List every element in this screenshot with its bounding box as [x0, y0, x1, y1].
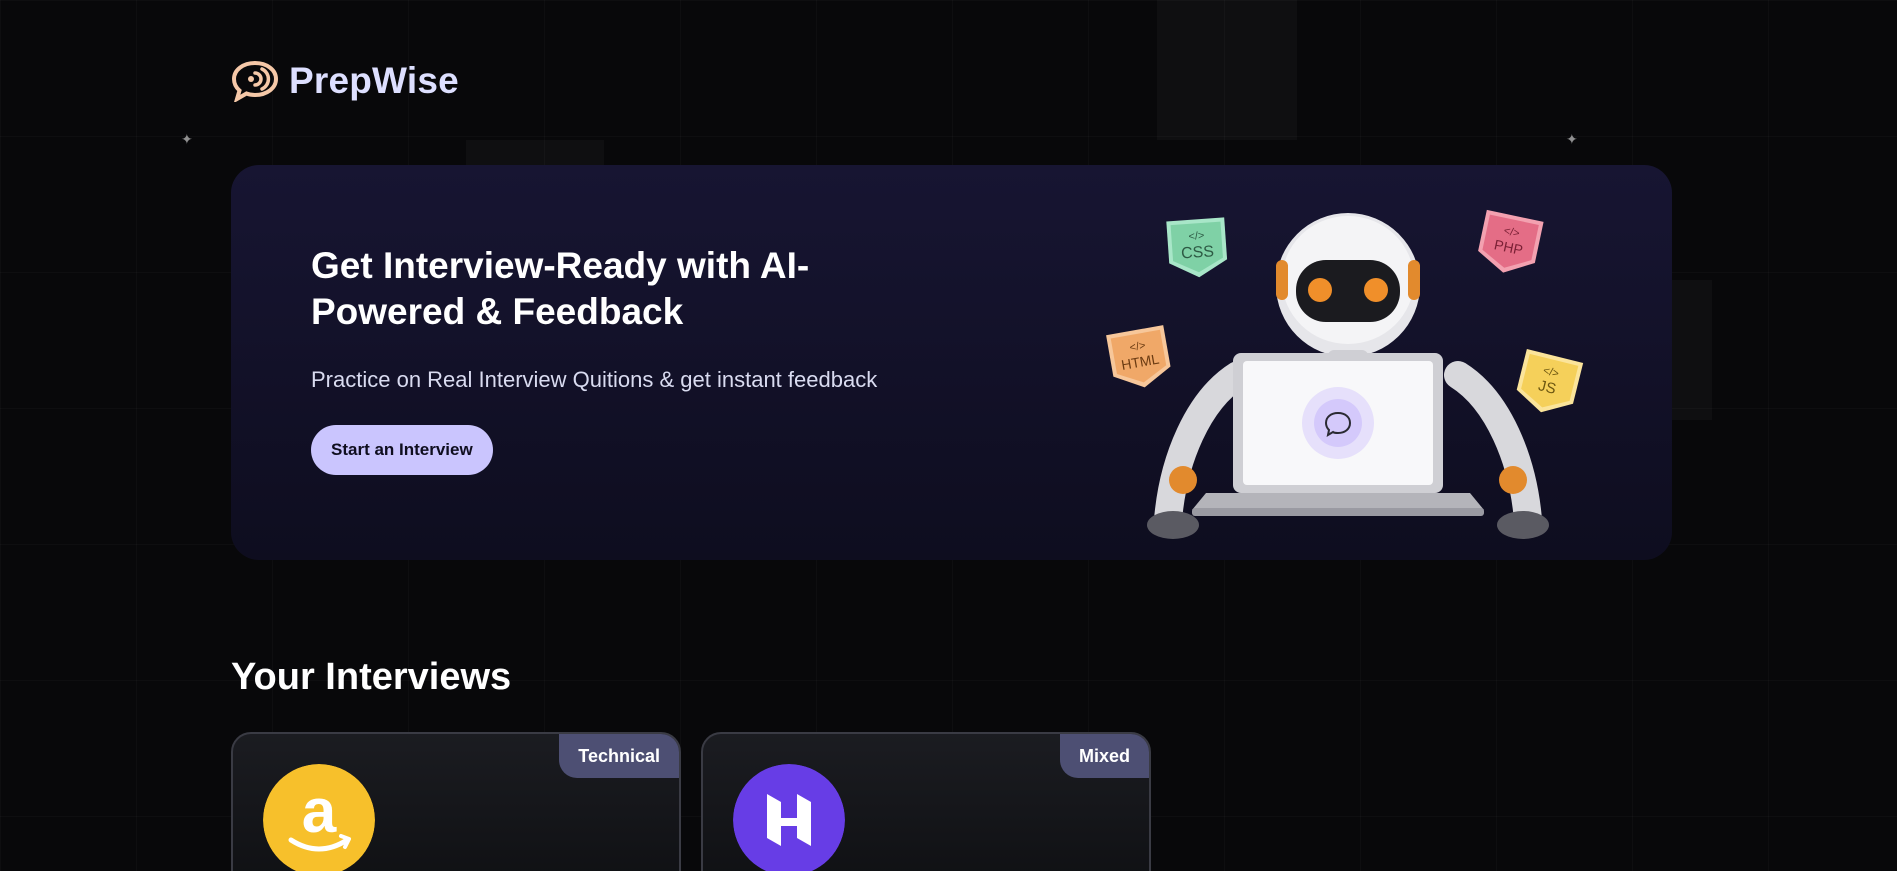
amazon-icon: a: [263, 764, 375, 871]
background-tile: [1672, 280, 1712, 420]
interview-type-badge: Mixed: [1059, 734, 1149, 778]
hero-card: Get Interview-Ready with AI-Powered & Fe…: [231, 165, 1672, 560]
hero-title: Get Interview-Ready with AI-Powered & Fe…: [311, 245, 810, 332]
sparkle-icon: ✦: [181, 131, 193, 147]
hero-subtitle: Practice on Real Interview Quitions & ge…: [311, 367, 878, 392]
css-badge-icon: </> CSS: [1166, 217, 1228, 278]
brand-name[interactable]: PrepWise: [289, 60, 459, 102]
interview-type-badge: Technical: [559, 734, 679, 778]
robot-illustration: </> CSS </> PHP </> HTML </> JS: [1106, 209, 1584, 539]
robot-head: [1276, 213, 1420, 370]
php-badge-icon: </> PHP: [1478, 209, 1544, 273]
page: ✦ ✦ PrepWise Get Interview-Ready with AI…: [0, 0, 1897, 871]
laptop: [1192, 353, 1484, 516]
start-interview-button[interactable]: Start an Interview: [311, 425, 493, 475]
js-badge-icon: </> JS: [1516, 348, 1584, 413]
sparkle-icon: ✦: [1566, 131, 1578, 147]
interview-card[interactable]: Mixed: [701, 732, 1151, 871]
hero-text: Get Interview-Ready with AI-Powered & Fe…: [311, 243, 951, 475]
svg-text:a: a: [302, 777, 337, 846]
chat-bubble-icon[interactable]: [231, 60, 279, 102]
section-title: Your Interviews: [231, 656, 512, 698]
svg-text:</>: </>: [1188, 230, 1205, 243]
interview-card[interactable]: Technical a: [231, 732, 681, 871]
header: PrepWise: [231, 60, 459, 102]
hostinger-icon: [733, 764, 845, 871]
background-tile: [1157, 0, 1297, 140]
html-badge-icon: </> HTML: [1106, 325, 1171, 388]
css-badge-label: CSS: [1181, 243, 1215, 262]
